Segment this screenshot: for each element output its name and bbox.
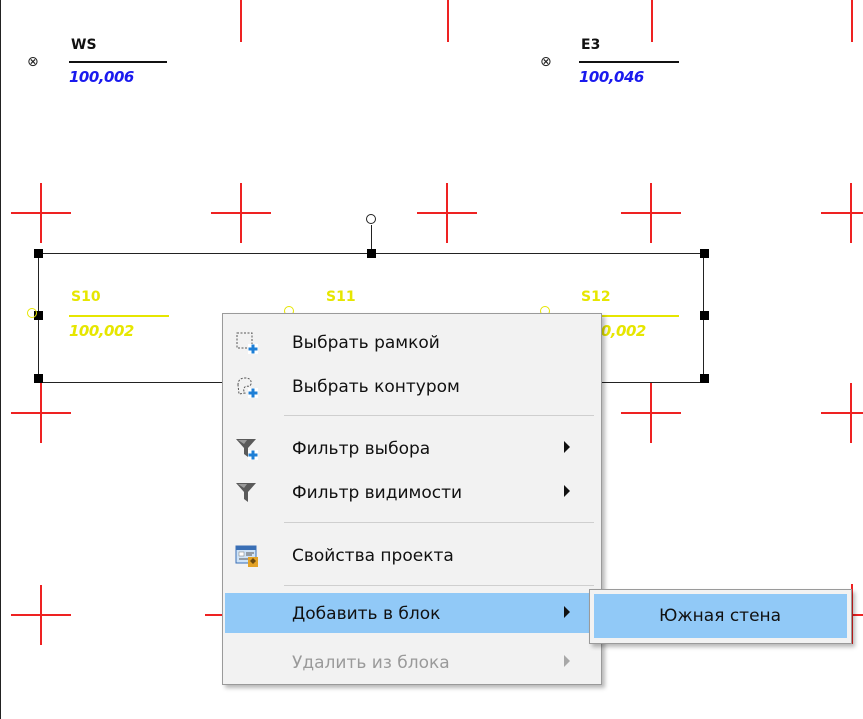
- menu-item-label: Удалить из блока: [292, 653, 450, 673]
- point-underline: [69, 315, 169, 317]
- select-frame-icon: [235, 331, 259, 355]
- point-name-e3[interactable]: E3: [581, 37, 600, 53]
- grid-cross: [621, 383, 681, 443]
- selection-handle[interactable]: [700, 374, 709, 383]
- filter-icon: [235, 481, 259, 505]
- selection-handle[interactable]: [700, 249, 709, 258]
- filter-add-icon: [235, 437, 259, 461]
- selection-handle[interactable]: [700, 311, 709, 320]
- grid-cross: [11, 585, 71, 645]
- menu-item-label: Добавить в блок: [292, 604, 441, 624]
- menu-separator: [284, 415, 594, 416]
- menu-item-select-frame[interactable]: Выбрать рамкой: [225, 322, 599, 362]
- menu-item-remove-from-block: Удалить из блока: [225, 642, 599, 682]
- submenu-arrow-icon: [564, 606, 570, 618]
- submenu-arrow-icon: [564, 485, 570, 497]
- grid-line: [205, 614, 223, 616]
- selection-handle[interactable]: [34, 249, 43, 258]
- point-marker-icon: ⊗: [540, 54, 552, 70]
- grid-line: [447, 0, 449, 42]
- point-marker-icon: [27, 308, 37, 318]
- properties-icon: [235, 544, 259, 568]
- point-value-s10[interactable]: 100,002: [69, 323, 134, 339]
- grid-line: [240, 0, 242, 42]
- grid-line: [851, 0, 853, 42]
- menu-item-add-to-block[interactable]: Добавить в блок: [225, 593, 599, 633]
- grid-line: [651, 0, 653, 42]
- menu-item-select-contour[interactable]: Выбрать контуром: [225, 366, 599, 406]
- submenu-item-south-wall[interactable]: Южная стена: [594, 594, 847, 638]
- menu-item-selection-filter[interactable]: Фильтр выбора: [225, 428, 599, 468]
- submenu: Южная стена: [589, 589, 852, 644]
- point-name-s11[interactable]: S11: [326, 289, 356, 305]
- menu-item-project-properties[interactable]: Свойства проекта: [225, 535, 599, 575]
- selection-handle[interactable]: [34, 374, 43, 383]
- menu-item-label: Фильтр видимости: [292, 483, 463, 503]
- submenu-arrow-icon: [564, 441, 570, 453]
- menu-item-visibility-filter[interactable]: Фильтр видимости: [225, 472, 599, 512]
- grid-cross: [211, 183, 271, 243]
- grid-cross: [11, 183, 71, 243]
- grid-cross: [821, 183, 863, 243]
- submenu-arrow-icon: [564, 655, 570, 667]
- menu-item-label: Выбрать рамкой: [292, 333, 440, 353]
- selection-handle[interactable]: [367, 249, 376, 258]
- menu-item-label: Свойства проекта: [292, 546, 454, 566]
- menu-item-label: Фильтр выбора: [292, 439, 431, 459]
- point-name-s12[interactable]: S12: [581, 289, 611, 305]
- select-contour-icon: [235, 375, 259, 399]
- grid-cross: [821, 383, 863, 443]
- rotation-handle[interactable]: [366, 214, 376, 224]
- point-value-ws[interactable]: 100,006: [69, 69, 134, 85]
- point-value-e3[interactable]: 100,046: [579, 69, 644, 85]
- menu-separator: [284, 522, 594, 523]
- point-underline: [579, 61, 679, 63]
- context-menu: Выбрать рамкой Выбрать контуром Фильтр в…: [222, 313, 602, 685]
- menu-separator: [284, 585, 594, 586]
- point-name-s10[interactable]: S10: [71, 289, 101, 305]
- grid-cross: [417, 183, 477, 243]
- menu-item-label: Выбрать контуром: [292, 377, 460, 397]
- grid-cross: [11, 383, 71, 443]
- point-marker-icon: ⊗: [27, 54, 39, 70]
- grid-cross: [621, 183, 681, 243]
- submenu-item-label: Южная стена: [659, 606, 782, 626]
- point-name-ws[interactable]: WS: [71, 37, 97, 53]
- point-underline: [69, 61, 167, 63]
